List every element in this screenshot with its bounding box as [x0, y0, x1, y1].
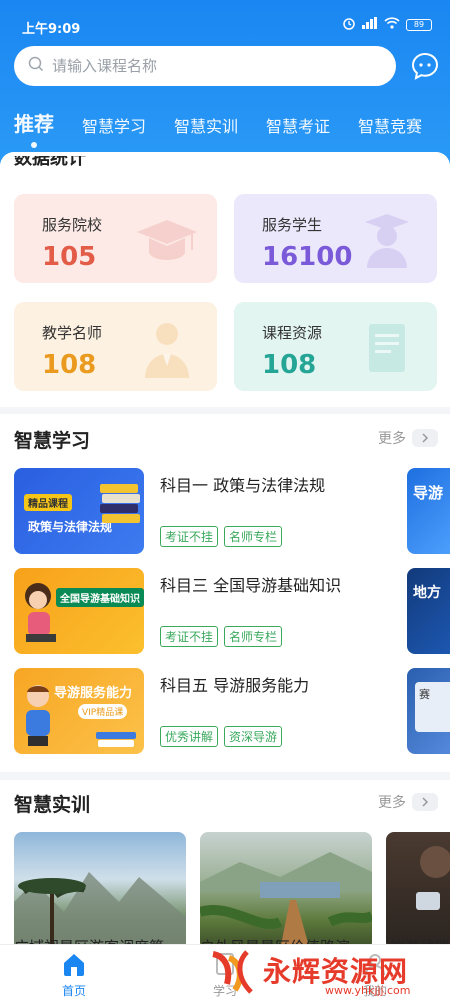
- status-bar: 上午9:09 89: [0, 0, 450, 40]
- category-tabs: 推荐 智慧学习 智慧实训 智慧考证 智慧竞赛: [0, 108, 450, 148]
- course-tags: 考证不挂 名师专栏: [160, 526, 283, 547]
- battery-icon: 89: [406, 18, 432, 31]
- course-item[interactable]: 导游服务能力 VIP精品课 科目五 导游服务能力 优秀讲解 资深导游 赛: [0, 668, 450, 756]
- user-icon: [365, 954, 385, 976]
- side-course-thumbnail[interactable]: 地方: [407, 568, 450, 654]
- side-course-thumbnail[interactable]: 导游: [407, 468, 450, 554]
- alarm-icon: [342, 16, 356, 33]
- nav-profile-label: 我的: [362, 984, 387, 998]
- nav-home[interactable]: 首页: [29, 951, 119, 999]
- course-item[interactable]: 精品课程 政策与法律法规 科目一 政策与法律法规 考证不挂 名师专栏 导游: [0, 468, 450, 556]
- stat-value: 108: [42, 350, 97, 380]
- course-tag: 考证不挂: [160, 526, 219, 547]
- training-section-title: 智慧实训: [14, 794, 91, 816]
- training-more-button[interactable]: 更多: [378, 792, 438, 812]
- course-item[interactable]: 全国导游基础知识 科目三 全国导游基础知识 考证不挂 名师专栏 地方: [0, 568, 450, 656]
- training-carousel[interactable]: 广域视景区游客调度第 户外风景景区价值路演 旅游线路: [0, 832, 450, 950]
- course-thumbnail: 导游服务能力 VIP精品课: [14, 668, 144, 754]
- search-icon: [28, 56, 44, 76]
- tab-smart-learning[interactable]: 智慧学习: [82, 113, 146, 137]
- training-card[interactable]: [386, 832, 450, 950]
- course-tag: 资深导游: [224, 726, 283, 747]
- student-illustration-icon: [25, 583, 56, 642]
- stats-section-title: 数据统计: [14, 156, 86, 169]
- tab-smart-competition[interactable]: 智慧竞赛: [358, 113, 422, 137]
- books-icon: [100, 484, 140, 523]
- header: 上午9:09 89 推荐 智慧学习: [0, 0, 450, 175]
- stat-card-schools[interactable]: 服务院校 105: [14, 194, 217, 283]
- signal-icon: [362, 17, 378, 32]
- course-title: 科目三 全国导游基础知识: [160, 576, 342, 595]
- search-bar[interactable]: [14, 46, 396, 86]
- learning-more-button[interactable]: 更多: [378, 428, 438, 448]
- chevron-right-icon: [412, 793, 438, 811]
- teacher-icon: [145, 323, 189, 378]
- student-icon: [365, 214, 409, 268]
- landscape-image: [14, 872, 186, 950]
- stat-label: 服务院校: [42, 216, 103, 234]
- course-thumbnail: 精品课程 政策与法律法规: [14, 468, 144, 554]
- stat-label: 教学名师: [42, 324, 103, 342]
- course-thumb-text: 导游服务能力: [54, 686, 133, 701]
- course-title: 科目一 政策与法律法规: [160, 476, 326, 495]
- course-badge: 精品课程: [24, 494, 72, 511]
- course-tag: 考证不挂: [160, 626, 219, 647]
- stat-label: 课程资源: [262, 324, 323, 342]
- home-icon: [64, 954, 84, 976]
- status-time: 上午9:09: [22, 22, 81, 37]
- graduation-cap-icon: [137, 220, 197, 260]
- course-badge: VIP精品课: [78, 704, 128, 719]
- stat-value: 105: [42, 242, 97, 272]
- active-tab-indicator: [31, 142, 37, 148]
- nav-home-label: 首页: [61, 984, 86, 998]
- training-card[interactable]: [14, 832, 186, 950]
- training-card[interactable]: [200, 832, 372, 950]
- bottom-nav: 首页 学习 我的: [0, 944, 450, 1000]
- books-icon: [96, 732, 136, 747]
- tab-recommend[interactable]: 推荐: [14, 108, 54, 148]
- course-tag: 优秀讲解: [160, 726, 219, 747]
- wifi-icon: [384, 17, 400, 32]
- course-thumbnail: 全国导游基础知识: [14, 568, 144, 654]
- stat-card-students[interactable]: 服务学生 16100: [234, 194, 437, 283]
- course-tag: 名师专栏: [224, 526, 283, 547]
- message-icon[interactable]: [411, 52, 439, 80]
- course-tags: 考证不挂 名师专栏: [160, 626, 283, 647]
- student-illustration-icon: [26, 685, 50, 746]
- course-thumb-text: 全国导游基础知识: [56, 588, 144, 607]
- book-icon: [216, 953, 234, 975]
- side-course-thumbnail[interactable]: 赛: [407, 668, 450, 754]
- indoor-image: [416, 846, 450, 910]
- stat-card-teachers[interactable]: 教学名师 108: [14, 302, 217, 391]
- chevron-right-icon: [412, 429, 438, 447]
- tab-smart-training[interactable]: 智慧实训: [174, 113, 238, 137]
- course-tags: 优秀讲解 资深导游: [160, 726, 283, 747]
- status-icons: 89: [342, 16, 432, 33]
- main-content[interactable]: 数据统计 服务院校 105 服务学生 16100 教学名师 108 课程资源 1…: [0, 152, 450, 950]
- stat-label: 服务学生: [262, 216, 323, 234]
- learning-section: 智慧学习 更多 精品课程 政策与法律法规 科目一 政策与法律法规 考证不挂 名师…: [0, 414, 450, 772]
- stat-value: 16100: [262, 242, 353, 272]
- course-title: 科目五 导游服务能力: [160, 676, 310, 695]
- course-tag: 名师专栏: [224, 626, 283, 647]
- training-section: 智慧实训 更多: [0, 780, 450, 950]
- nav-learning[interactable]: 学习: [180, 951, 270, 999]
- document-icon: [369, 324, 405, 372]
- nav-profile[interactable]: 我的: [330, 951, 420, 999]
- stat-card-resources[interactable]: 课程资源 108: [234, 302, 437, 391]
- tab-smart-certificate[interactable]: 智慧考证: [266, 113, 330, 137]
- nav-learning-label: 学习: [212, 984, 237, 998]
- landscape-image: [200, 852, 372, 950]
- stats-section: 数据统计 服务院校 105 服务学生 16100 教学名师 108 课程资源 1…: [0, 152, 450, 407]
- search-input[interactable]: [52, 57, 372, 75]
- stat-value: 108: [262, 350, 317, 380]
- learning-section-title: 智慧学习: [14, 430, 91, 452]
